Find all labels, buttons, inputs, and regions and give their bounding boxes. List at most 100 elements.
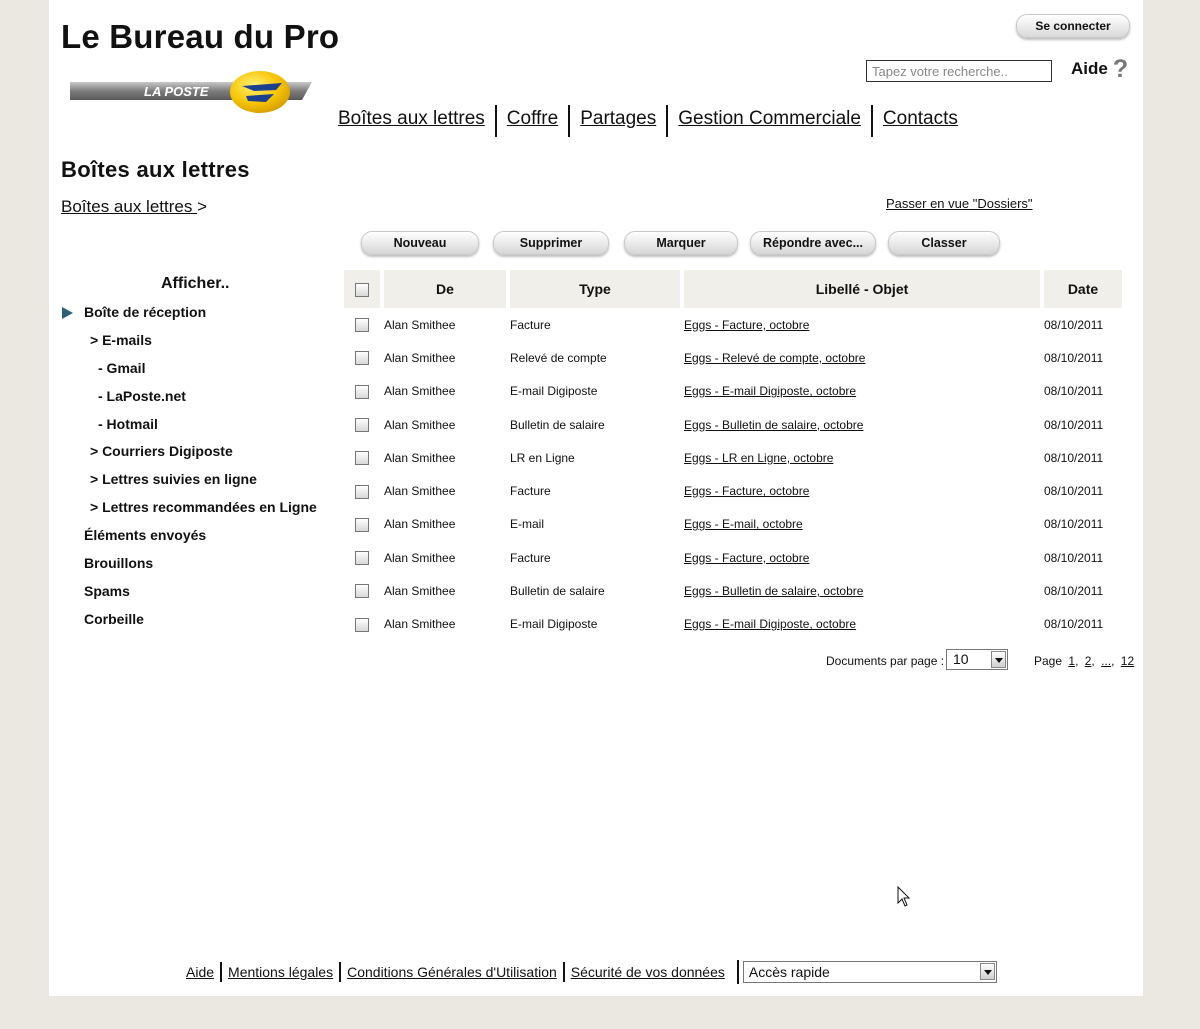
row-checkbox-cell <box>344 341 380 374</box>
sidebar-item-trash[interactable]: Corbeille <box>84 611 144 627</box>
footer-link-cgu[interactable]: Conditions Générales d'Utilisation <box>339 962 563 982</box>
page-navigation: Page 1, 2, ..., 12 <box>1034 654 1135 668</box>
reply-with-button[interactable]: Répondre avec... <box>750 231 876 255</box>
cell-date-wrap: 08/10/2011 <box>1044 308 1122 341</box>
table-row[interactable]: Alan Smithee Facture Eggs - Facture, octob… <box>344 541 1122 574</box>
column-header-from[interactable]: De <box>384 270 506 308</box>
cell-date: 08/10/2011 <box>1044 584 1104 599</box>
row-checkbox[interactable] <box>355 517 369 532</box>
sidebar-item-lettres-recommandees[interactable]: > Lettres recommandées en Ligne <box>90 499 317 515</box>
sidebar-item-gmail[interactable]: - Gmail <box>98 360 145 376</box>
table-row[interactable]: Alan Smithee Relevé de compte Eggs - Relev… <box>344 341 1122 374</box>
cell-type-wrap: Facture <box>510 474 680 507</box>
table-row[interactable]: Alan Smithee LR en Ligne Eggs - LR en Lign… <box>344 441 1122 474</box>
nav-item-partages[interactable]: Partages <box>568 105 666 137</box>
question-mark-icon[interactable]: ? <box>1113 57 1128 82</box>
table-row[interactable]: Alan Smithee E-mail Eggs - E-mail, octobre… <box>344 508 1122 541</box>
cell-subject[interactable]: Eggs - E-mail Digiposte, octobre <box>684 617 856 631</box>
delete-button[interactable]: Supprimer <box>493 231 609 255</box>
sidebar-item-courriers-digiposte[interactable]: > Courriers Digiposte <box>90 443 233 459</box>
sidebar-item-drafts[interactable]: Brouillons <box>84 555 153 571</box>
chevron-down-icon[interactable] <box>979 963 995 980</box>
row-checkbox[interactable] <box>355 451 369 466</box>
cell-subject[interactable]: Eggs - E-mail Digiposte, octobre <box>684 384 856 398</box>
cell-type-wrap: Bulletin de salaire <box>510 574 680 607</box>
help-label[interactable]: Aide <box>1071 59 1108 79</box>
row-checkbox-cell <box>344 408 380 441</box>
cell-date-wrap: 08/10/2011 <box>1044 474 1122 507</box>
search-input[interactable] <box>866 60 1052 82</box>
sidebar-item-emails[interactable]: > E-mails <box>90 332 152 348</box>
cell-subject[interactable]: Eggs - Facture, octobre <box>684 484 809 498</box>
cell-type: E-mail Digiposte <box>510 617 598 632</box>
row-checkbox[interactable] <box>355 617 369 632</box>
nav-item-coffre[interactable]: Coffre <box>494 105 568 137</box>
row-checkbox[interactable] <box>355 551 369 566</box>
nav-item-gestion-commerciale[interactable]: Gestion Commerciale <box>666 105 871 137</box>
select-all-checkbox[interactable] <box>355 283 369 298</box>
page-label: Page <box>1034 654 1063 668</box>
cell-subject[interactable]: Eggs - Facture, octobre <box>684 318 809 332</box>
footer-link-aide[interactable]: Aide <box>180 962 220 982</box>
cell-from-wrap: Alan Smithee <box>384 308 506 341</box>
cell-subject[interactable]: Eggs - LR en Ligne, octobre <box>684 451 833 465</box>
column-header-subject[interactable]: Libellé - Objet <box>684 270 1040 308</box>
sidebar-item-laposte-net[interactable]: - LaPoste.net <box>98 388 186 404</box>
row-checkbox[interactable] <box>355 417 369 432</box>
page-link-2[interactable]: 2 <box>1085 654 1092 668</box>
per-page-select[interactable]: 10 <box>946 649 1008 670</box>
footer-link-securite[interactable]: Sécurité de vos données <box>562 962 731 982</box>
table-row[interactable]: Alan Smithee Facture Eggs - Facture, octob… <box>344 474 1122 507</box>
login-button[interactable]: Se connecter <box>1016 14 1130 38</box>
cell-subject[interactable]: Eggs - Relevé de compte, octobre <box>684 351 865 365</box>
sidebar-item-lettres-suivies[interactable]: > Lettres suivies en ligne <box>90 471 257 487</box>
sidebar-item-sent[interactable]: Éléments envoyés <box>84 527 206 543</box>
mail-table-body: Alan Smithee Facture Eggs - Facture, octob… <box>344 308 1122 641</box>
cell-subject[interactable]: Eggs - E-mail, octobre <box>684 517 803 531</box>
column-header-type[interactable]: Type <box>510 270 680 308</box>
column-header-date[interactable]: Date <box>1044 270 1122 308</box>
mark-button[interactable]: Marquer <box>624 231 738 255</box>
folders-view-link[interactable]: Passer en vue "Dossiers" <box>886 196 1033 211</box>
cell-subject[interactable]: Eggs - Facture, octobre <box>684 551 809 565</box>
row-checkbox-cell <box>344 508 380 541</box>
new-button[interactable]: Nouveau <box>361 231 479 255</box>
sidebar-item-spam[interactable]: Spams <box>84 583 130 599</box>
cell-date: 08/10/2011 <box>1044 350 1104 365</box>
file-button[interactable]: Classer <box>888 231 1000 255</box>
page-link-ellipsis[interactable]: ... <box>1101 654 1111 668</box>
quick-access-select[interactable]: Accès rapide <box>742 961 997 983</box>
cell-date: 08/10/2011 <box>1044 617 1104 632</box>
page-link-1[interactable]: 1 <box>1068 654 1075 668</box>
table-row[interactable]: Alan Smithee E-mail Digiposte Eggs - E-mai… <box>344 375 1122 408</box>
cell-type-wrap: LR en Ligne <box>510 441 680 474</box>
chevron-down-icon[interactable] <box>991 651 1006 668</box>
nav-item-contacts[interactable]: Contacts <box>870 105 968 137</box>
nav-item-boites-aux-lettres[interactable]: Boîtes aux lettres <box>328 105 495 137</box>
sidebar-item-inbox[interactable]: Boîte de réception <box>84 304 206 320</box>
cell-subject[interactable]: Eggs - Bulletin de salaire, octobre <box>684 418 863 432</box>
sidebar-item-hotmail[interactable]: - Hotmail <box>98 416 158 432</box>
row-checkbox[interactable] <box>355 384 369 399</box>
table-row[interactable]: Alan Smithee Bulletin de salaire Eggs - Bu… <box>344 408 1122 441</box>
cell-subject[interactable]: Eggs - Bulletin de salaire, octobre <box>684 584 863 598</box>
table-row[interactable]: Alan Smithee Bulletin de salaire Eggs - Bu… <box>344 574 1122 607</box>
cell-from: Alan Smithee <box>384 517 456 532</box>
cell-subject-wrap: Eggs - Facture, octobre <box>684 308 1040 341</box>
cell-date: 08/10/2011 <box>1044 384 1104 399</box>
selected-arrow-icon <box>62 307 73 319</box>
cell-from-wrap: Alan Smithee <box>384 574 506 607</box>
row-checkbox[interactable] <box>355 584 369 599</box>
row-checkbox[interactable] <box>355 484 369 499</box>
cell-from-wrap: Alan Smithee <box>384 341 506 374</box>
footer-link-mentions-legales[interactable]: Mentions légales <box>220 962 339 982</box>
table-row[interactable]: Alan Smithee Facture Eggs - Facture, octob… <box>344 308 1122 341</box>
breadcrumb-link[interactable]: Boîtes aux lettres <box>61 197 197 216</box>
cell-date-wrap: 08/10/2011 <box>1044 541 1122 574</box>
row-checkbox[interactable] <box>355 351 369 366</box>
page-link-12[interactable]: 12 <box>1121 654 1134 668</box>
cell-date: 08/10/2011 <box>1044 317 1104 332</box>
table-row[interactable]: Alan Smithee E-mail Digiposte Eggs - E-mai… <box>344 608 1122 641</box>
help-link[interactable]: Aide ? <box>1071 57 1128 82</box>
row-checkbox[interactable] <box>355 318 369 333</box>
